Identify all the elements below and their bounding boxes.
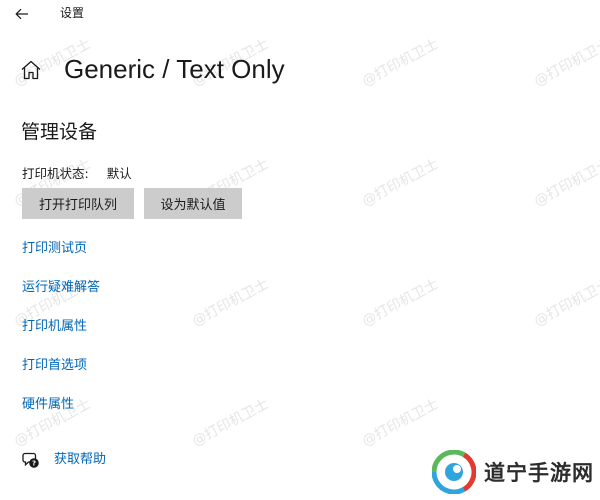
watermark: @打印机卫士 [531, 276, 600, 330]
svg-text:?: ? [32, 459, 36, 467]
brand-name: 道宁手游网 [484, 461, 594, 485]
arrow-left-icon [15, 8, 28, 20]
window-title: 设置 [60, 6, 85, 20]
printer-status-value: 默认 [106, 166, 132, 181]
watermark: @打印机卫士 [359, 396, 442, 450]
watermark: @打印机卫士 [359, 156, 442, 210]
printer-status-label: 打印机状态: [22, 166, 89, 181]
help-chat-icon: ? [22, 451, 40, 469]
link-printer-properties[interactable]: 打印机属性 [22, 318, 87, 336]
watermark: @打印机卫士 [531, 156, 600, 210]
section-title-manage-device: 管理设备 [21, 121, 98, 143]
brand-logo-icon [432, 450, 476, 494]
site-brand: 道宁手游网 [432, 450, 594, 494]
watermark: @打印机卫士 [189, 276, 272, 330]
page-title: Generic / Text Only [64, 54, 285, 84]
link-printing-preferences[interactable]: 打印首选项 [22, 357, 87, 375]
open-print-queue-button[interactable]: 打开打印队列 [22, 188, 134, 219]
watermark: @打印机卫士 [359, 36, 442, 90]
link-hardware-properties[interactable]: 硬件属性 [22, 396, 74, 414]
link-run-troubleshooter[interactable]: 运行疑难解答 [22, 279, 100, 297]
printer-status-row: 打印机状态: 默认 [22, 165, 132, 183]
watermark: @打印机卫士 [531, 36, 600, 90]
watermark: @打印机卫士 [359, 276, 442, 330]
home-icon [20, 59, 42, 81]
watermark: @打印机卫士 [189, 396, 272, 450]
back-button[interactable] [8, 2, 36, 26]
get-help-link[interactable]: 获取帮助 [54, 451, 106, 469]
link-print-test-page[interactable]: 打印测试页 [22, 240, 87, 258]
set-as-default-button[interactable]: 设为默认值 [144, 188, 242, 219]
